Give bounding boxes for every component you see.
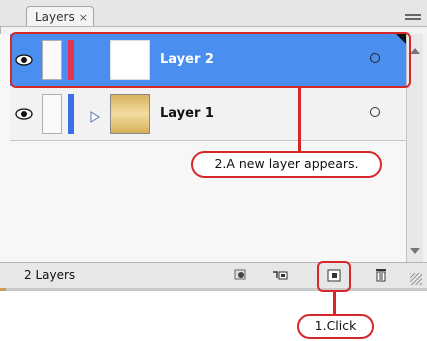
new-layer-button-highlight-box — [317, 261, 351, 292]
scroll-up-icon[interactable] — [410, 48, 420, 54]
resize-grip-icon[interactable] — [410, 273, 422, 285]
panel-menu-icon[interactable] — [399, 12, 427, 24]
scroll-down-icon[interactable] — [410, 248, 420, 254]
lock-toggle[interactable] — [42, 94, 62, 134]
layer-color-indicator — [68, 94, 74, 134]
callout-connector — [298, 88, 301, 154]
callout-connector — [333, 292, 336, 316]
delete-layer-icon[interactable] — [373, 268, 389, 282]
create-sublayer-icon[interactable] — [272, 268, 288, 282]
new-layer-highlight-box — [10, 32, 411, 88]
target-circle-icon[interactable] — [370, 107, 380, 117]
panel-footer: 2 Layers — [0, 262, 427, 288]
new-layer-callout: 2.A new layer appears. — [191, 151, 382, 178]
layer-row-layer-1[interactable]: Layer 1 — [10, 88, 406, 141]
expand-triangle-icon[interactable] — [90, 108, 100, 123]
layer-thumbnail — [110, 94, 150, 134]
make-clipping-mask-icon[interactable] — [233, 268, 249, 282]
visibility-eye-icon[interactable] — [10, 88, 38, 140]
panel-tab-strip: Layers × — [0, 0, 427, 26]
background-accent — [0, 288, 6, 291]
layer-count: 2 Layers — [24, 268, 76, 282]
tab-layers[interactable]: Layers × — [26, 6, 94, 26]
click-callout: 1.Click — [297, 314, 374, 339]
tab-close-icon[interactable]: × — [79, 11, 88, 24]
layer-name[interactable]: Layer 1 — [160, 88, 214, 140]
panel-bottom-edge — [0, 288, 427, 291]
tab-layers-label: Layers — [35, 10, 75, 24]
